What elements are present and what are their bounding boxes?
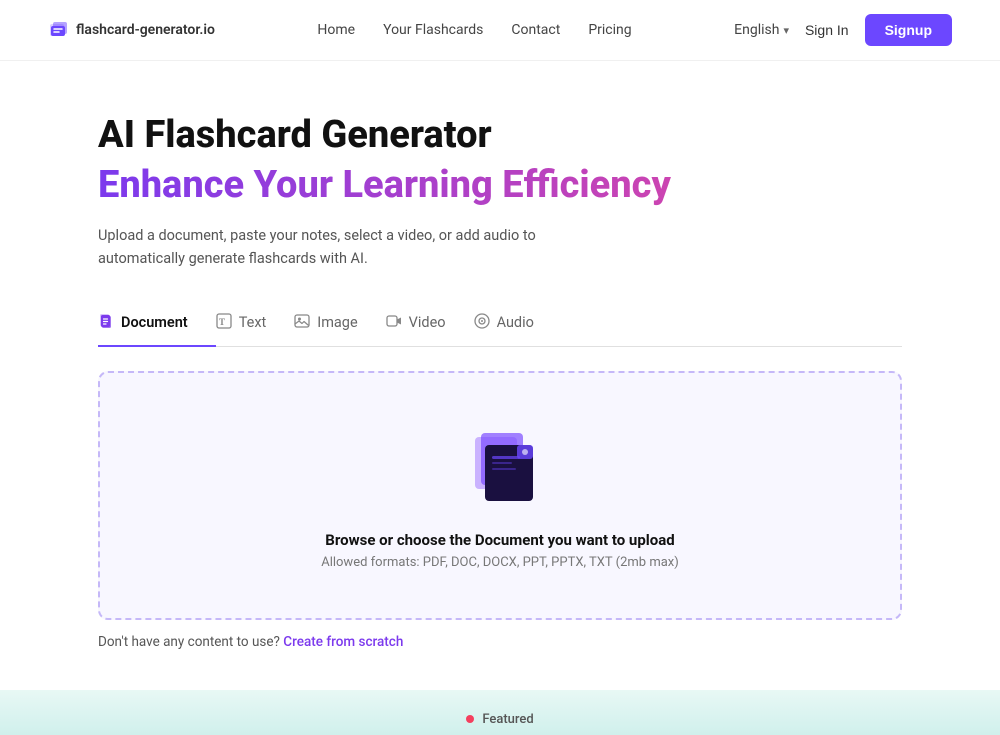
featured-label: Featured [482,712,533,727]
hero-subtitle: Enhance Your Learning Efficiency [98,163,902,209]
tab-video-label: Video [409,314,446,331]
chevron-down-icon: ▾ [783,24,789,37]
main-content: AI Flashcard Generator Enhance Your Lear… [50,61,950,690]
scratch-prefix: Don't have any content to use? [98,634,280,650]
logo[interactable]: flashcard-generator.io [48,19,215,41]
navbar: flashcard-generator.io Home Your Flashca… [0,0,1000,61]
nav-pricing[interactable]: Pricing [588,22,631,38]
nav-contact[interactable]: Contact [511,22,560,38]
tab-image[interactable]: Image [294,303,385,347]
logo-text: flashcard-generator.io [76,22,215,38]
upload-illustration [445,429,555,513]
svg-text:T: T [219,317,225,327]
hero-title: AI Flashcard Generator [98,113,902,159]
scratch-hint: Don't have any content to use? Create fr… [98,634,902,650]
upload-dropzone[interactable]: Browse or choose the Document you want t… [98,371,902,620]
nav-links: Home Your Flashcards Contact Pricing [317,22,631,38]
featured-dot [466,715,474,723]
signup-button[interactable]: Signup [865,14,952,46]
tab-document-label: Document [121,314,188,331]
signin-button[interactable]: Sign In [805,22,849,38]
document-tab-icon [98,313,114,333]
tab-audio-label: Audio [497,314,534,331]
upload-title: Browse or choose the Document you want t… [325,531,674,549]
language-label: English [734,22,779,38]
tab-video[interactable]: Video [386,303,474,347]
nav-home[interactable]: Home [317,22,355,38]
navbar-right: English ▾ Sign In Signup [734,14,952,46]
tab-image-label: Image [317,314,357,331]
video-tab-icon [386,313,402,333]
nav-flashcards[interactable]: Your Flashcards [383,22,483,38]
audio-tab-icon [474,313,490,333]
featured-section: Featured [0,690,1000,735]
tab-text-label: Text [239,314,267,331]
language-selector[interactable]: English ▾ [734,22,789,38]
tab-audio[interactable]: Audio [474,303,562,347]
tab-bar: Document T Text Image Video Audio [98,303,902,347]
tab-text[interactable]: T Text [216,303,295,347]
tab-document[interactable]: Document [98,303,216,347]
upload-hint: Allowed formats: PDF, DOC, DOCX, PPT, PP… [321,555,679,570]
scratch-link[interactable]: Create from scratch [283,634,403,650]
text-tab-icon: T [216,313,232,333]
hero-description: Upload a document, paste your notes, sel… [98,224,538,270]
image-tab-icon [294,313,310,333]
logo-icon [48,19,70,41]
